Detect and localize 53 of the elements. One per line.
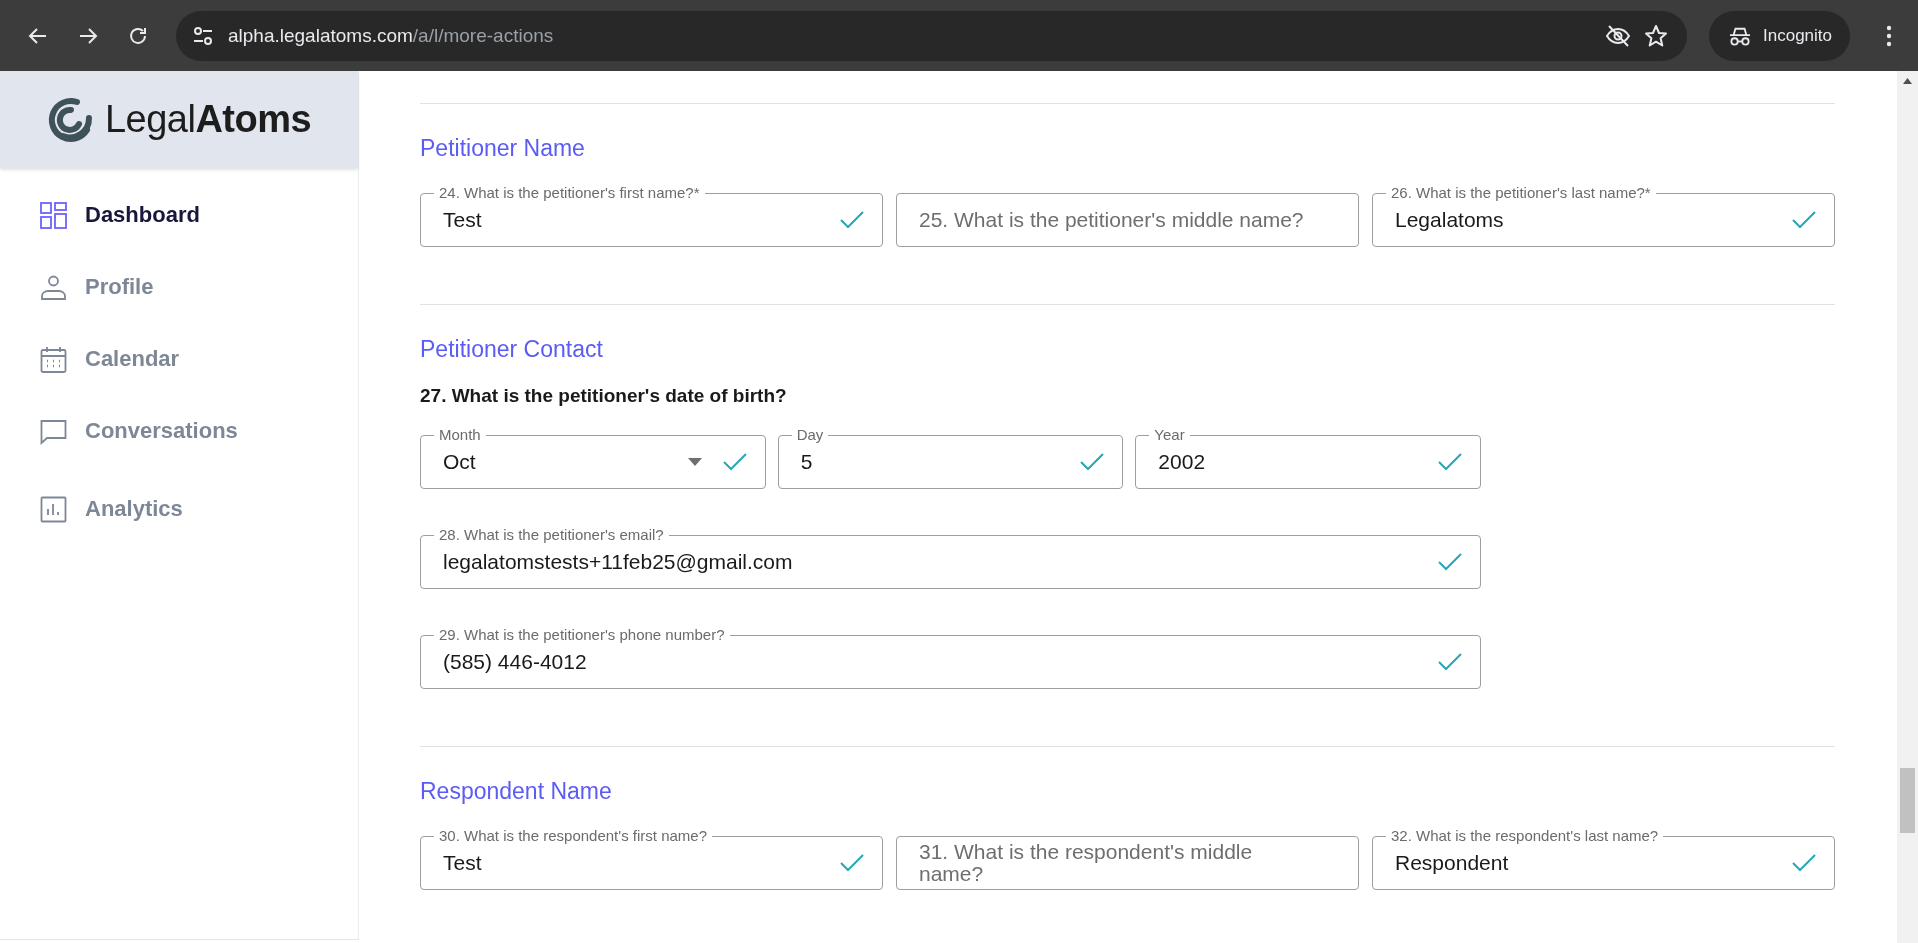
logo-icon: [46, 95, 95, 144]
field-label: 32. What is the respondent's last name?: [1386, 827, 1664, 845]
field-label: 24. What is the petitioner's first name?*: [434, 184, 705, 202]
question-text: 27. What is the petitioner's date of birth?: [420, 385, 788, 407]
caret-icon: [687, 458, 702, 466]
person-icon: [40, 273, 67, 301]
url-text: alpha.legalatoms.com/a/l/more-actions: [228, 24, 555, 47]
field-label: 30. What is the respondent's first name?: [434, 827, 712, 845]
field-value: Test: [443, 851, 483, 875]
star-icon[interactable]: [1643, 22, 1669, 49]
calendar-icon: [40, 345, 67, 373]
section-heading: Respondent Name: [420, 778, 613, 805]
field-value: (585) 446-4012: [443, 650, 588, 674]
sidebar-item[interactable]: Calendar: [0, 323, 358, 395]
field-value: Legalatoms: [1395, 208, 1505, 232]
logo-text: LegalAtoms: [104, 98, 312, 141]
bar-chart-icon: [40, 495, 67, 523]
input-field[interactable]: 24. What is the petitioner's first name?* Test: [420, 184, 883, 247]
field-value: Test: [443, 208, 483, 232]
scrollbar-thumb[interactable]: [1900, 768, 1915, 833]
field-value: 5: [800, 450, 814, 474]
section-heading: Petitioner Contact: [420, 336, 604, 363]
input-field[interactable]: 32. What is the respondent's last name? Respondent: [1372, 827, 1835, 890]
field-label: 28. What is the petitioner's email?: [434, 526, 669, 544]
field-label: 29. What is the petitioner's phone number?: [434, 626, 730, 644]
input-field[interactable]: 29. What is the petitioner's phone number? (585) 446-4012: [420, 626, 1481, 689]
input-field[interactable]: Day 5: [777, 426, 1124, 489]
grid-icon: [40, 201, 67, 229]
chat-bubble-icon: [40, 417, 67, 445]
input-field[interactable]: 31. What is the respondent's middle name?: [896, 827, 1359, 890]
input-field[interactable]: Year 2002: [1135, 426, 1481, 489]
incognito-button[interactable]: Incognito: [1709, 10, 1850, 61]
field-value: Respondent: [1395, 851, 1510, 875]
field-label: 26. What is the petitioner's last name?*: [1386, 184, 1656, 202]
sidebar-item[interactable]: Analytics: [0, 467, 358, 551]
scroll-up-icon[interactable]: [1903, 78, 1912, 84]
sidebar-item[interactable]: Dashboard: [0, 179, 358, 251]
placeholder-text: 31. What is the respondent's middle name?: [919, 841, 1254, 885]
input-field[interactable]: 26. What is the petitioner's last name?* Legalatoms: [1372, 184, 1835, 247]
field-value: Oct: [443, 450, 477, 474]
sidebar-item[interactable]: Profile: [0, 251, 358, 323]
field-value: 2002: [1158, 450, 1207, 474]
input-field[interactable]: 30. What is the respondent's first name? Test: [420, 827, 883, 890]
field-value: legalatomstests+11feb25@gmail.com: [443, 550, 794, 574]
placeholder-text: 25. What is the petitioner's middle name?: [919, 209, 1305, 231]
address-bar[interactable]: alpha.legalatoms.com/a/l/more-actions: [176, 10, 1687, 61]
input-field[interactable]: 25. What is the petitioner's middle name?: [896, 184, 1359, 247]
scrollbar[interactable]: [1897, 71, 1918, 943]
input-field[interactable]: 28. What is the petitioner's email? legalatomstests+11feb25@gmail.com: [420, 526, 1481, 589]
section-heading: Petitioner Name: [420, 135, 586, 162]
incognito-icon: [1727, 25, 1753, 46]
sidebar-item[interactable]: Conversations: [0, 395, 358, 467]
select-field[interactable]: Month Oct: [420, 426, 766, 489]
